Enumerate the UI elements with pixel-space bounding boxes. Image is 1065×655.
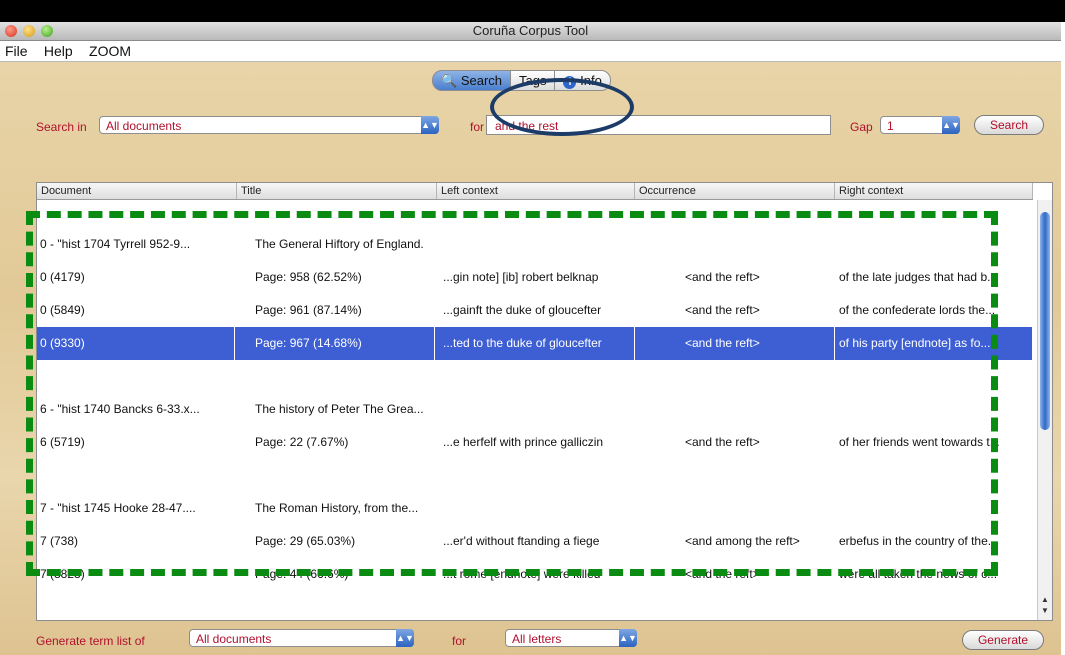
generate-doc-value: All documents xyxy=(196,632,272,646)
zoom-window-icon[interactable] xyxy=(41,25,53,37)
gap-select[interactable]: 1 ▲▼ xyxy=(880,116,960,134)
menu-file[interactable]: File xyxy=(0,41,36,61)
magnifier-icon: 🔍 xyxy=(441,73,458,88)
menu-bar: File Help ZOOM xyxy=(0,41,1061,62)
window-title: Coruña Corpus Tool xyxy=(472,23,589,38)
menu-zoom[interactable]: ZOOM xyxy=(84,41,139,61)
gap-label: Gap xyxy=(850,120,873,134)
search-in-label: Search in xyxy=(36,120,87,134)
tab-search-label: Search xyxy=(460,73,503,88)
top-black-bar xyxy=(0,0,1065,22)
search-in-select[interactable]: All documents ▲▼ xyxy=(99,116,439,134)
search-button[interactable]: Search xyxy=(974,115,1044,135)
scroll-down-icon[interactable]: ▼ xyxy=(1038,606,1052,615)
column-right-context[interactable]: Right context xyxy=(835,183,1033,199)
column-title[interactable]: Title xyxy=(237,183,437,199)
generate-doc-select[interactable]: All documents ▲▼ xyxy=(189,629,414,647)
search-in-value: All documents xyxy=(106,119,182,133)
highlight-oval-annotation xyxy=(490,78,634,136)
menu-help[interactable]: Help xyxy=(39,41,81,61)
generate-term-label: Generate term list of xyxy=(36,634,145,648)
vertical-scrollbar[interactable]: ▲ ▼ xyxy=(1037,200,1052,620)
column-occurrence[interactable]: Occurrence xyxy=(635,183,835,199)
tab-search[interactable]: 🔍 Search xyxy=(432,70,512,91)
title-bar: Coruña Corpus Tool xyxy=(0,22,1061,41)
letters-value: All letters xyxy=(512,632,562,646)
close-window-icon[interactable] xyxy=(5,25,17,37)
scroll-up-icon[interactable]: ▲ xyxy=(1038,595,1052,604)
gap-value: 1 xyxy=(887,119,894,133)
select-arrows-icon: ▲▼ xyxy=(396,629,414,647)
select-arrows-icon: ▲▼ xyxy=(619,629,637,647)
screenshot: Coruña Corpus Tool File Help ZOOM 🔍 Sear… xyxy=(0,0,1065,655)
select-arrows-icon: ▲▼ xyxy=(942,116,960,134)
column-document[interactable]: Document xyxy=(37,183,237,199)
letters-select[interactable]: All letters ▲▼ xyxy=(505,629,637,647)
dashed-box-annotation xyxy=(26,211,998,576)
scrollbar-thumb[interactable] xyxy=(1040,212,1050,430)
generate-button[interactable]: Generate xyxy=(962,630,1044,650)
select-arrows-icon: ▲▼ xyxy=(421,116,439,134)
for-label: for xyxy=(470,120,485,134)
table-header: Document Title Left context Occurrence R… xyxy=(37,183,1033,200)
bottom-for-label: for xyxy=(452,634,467,648)
column-left-context[interactable]: Left context xyxy=(437,183,635,199)
minimize-window-icon[interactable] xyxy=(23,25,35,37)
